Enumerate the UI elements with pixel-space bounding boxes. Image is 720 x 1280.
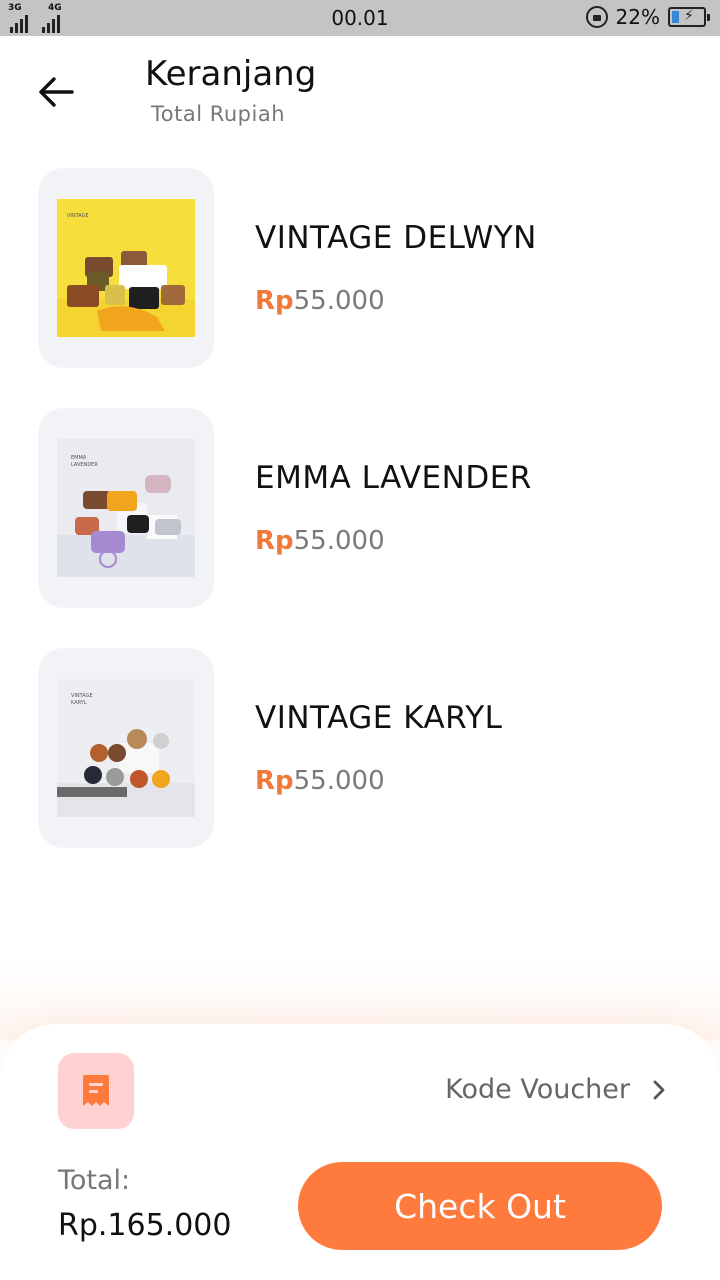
cart-item[interactable]: EMMA LAVENDER EMMA LAVENDER Rp55.000 xyxy=(38,408,678,608)
product-name: VINTAGE DELWYN xyxy=(255,220,537,256)
price-currency: Rp xyxy=(255,766,294,796)
product-name: VINTAGE KARYL xyxy=(255,700,503,736)
product-image: VINTAGE xyxy=(57,199,195,337)
checkout-button[interactable]: Check Out xyxy=(298,1162,662,1250)
svg-text:LAVENDER: LAVENDER xyxy=(71,462,98,468)
total-value: Rp.165.000 xyxy=(58,1208,232,1243)
svg-text:VINTAGE: VINTAGE xyxy=(71,693,93,699)
receipt-icon xyxy=(83,1075,109,1106)
battery-percent: 22% xyxy=(615,5,660,29)
status-bar: 3G 4G 00.01 22% ⚡ xyxy=(0,0,720,36)
arrow-left-icon xyxy=(39,77,74,107)
total-label: Total: xyxy=(58,1165,131,1196)
product-price: Rp55.000 xyxy=(255,526,385,556)
price-value: 55.000 xyxy=(293,526,385,556)
product-name: EMMA LAVENDER xyxy=(255,460,532,496)
svg-text:KARYL: KARYL xyxy=(71,700,87,706)
back-button[interactable] xyxy=(34,72,78,112)
price-value: 55.000 xyxy=(293,286,385,316)
battery-icon: ⚡ xyxy=(668,7,710,27)
cart-item[interactable]: VINTAGE VINTAGE DELWYN Rp55.000 xyxy=(38,168,678,368)
product-image: VINTAGE KARYL xyxy=(57,679,195,817)
price-currency: Rp xyxy=(255,286,294,316)
page-title: Keranjang xyxy=(145,54,317,94)
page-subtitle: Total Rupiah xyxy=(151,102,286,126)
product-price: Rp55.000 xyxy=(255,766,385,796)
voucher-label: Kode Voucher xyxy=(445,1074,630,1105)
voucher-code-link[interactable]: Kode Voucher xyxy=(445,1074,666,1105)
chevron-right-icon xyxy=(653,1080,665,1099)
price-value: 55.000 xyxy=(293,766,385,796)
svg-text:VINTAGE: VINTAGE xyxy=(67,213,89,219)
product-thumbnail-card: VINTAGE KARYL xyxy=(38,648,214,848)
cart-item[interactable]: VINTAGE KARYL VINTAGE KARYL Rp55.000 xyxy=(38,648,678,848)
price-currency: Rp xyxy=(255,526,294,556)
product-thumbnail-card: VINTAGE xyxy=(38,168,214,368)
product-price: Rp55.000 xyxy=(255,286,385,316)
voucher-icon-button[interactable] xyxy=(58,1053,134,1129)
product-image: EMMA LAVENDER xyxy=(57,439,195,577)
product-thumbnail-card: EMMA LAVENDER xyxy=(38,408,214,608)
svg-text:EMMA: EMMA xyxy=(71,455,87,461)
rotation-lock-icon xyxy=(585,6,608,28)
